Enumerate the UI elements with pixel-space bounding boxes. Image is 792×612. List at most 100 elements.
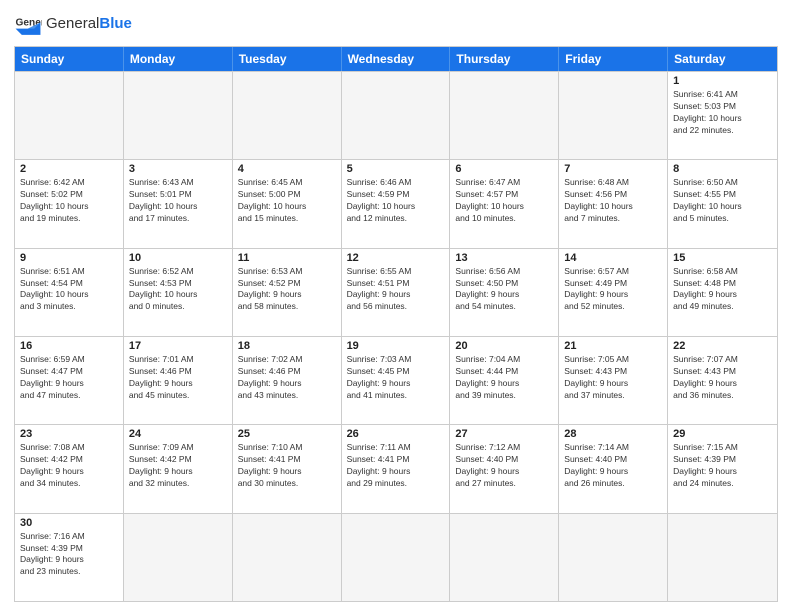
day-number: 14 — [564, 252, 662, 264]
header-day-thursday: Thursday — [450, 47, 559, 71]
day-number: 11 — [238, 252, 336, 264]
logo: General GeneralBlue — [14, 10, 132, 38]
day-info: Sunrise: 6:51 AM Sunset: 4:54 PM Dayligh… — [20, 266, 118, 314]
day-info: Sunrise: 7:09 AM Sunset: 4:42 PM Dayligh… — [129, 442, 227, 490]
day-number: 23 — [20, 428, 118, 440]
calendar-cell — [342, 72, 451, 159]
calendar-cell — [450, 72, 559, 159]
calendar-cell — [124, 72, 233, 159]
day-number: 28 — [564, 428, 662, 440]
calendar-cell: 26 Sunrise: 7:11 AM Sunset: 4:41 PM Dayli… — [342, 425, 451, 512]
calendar-cell — [559, 514, 668, 601]
day-info: Sunrise: 6:57 AM Sunset: 4:49 PM Dayligh… — [564, 266, 662, 314]
calendar-cell: 11 Sunrise: 6:53 AM Sunset: 4:52 PM Dayli… — [233, 249, 342, 336]
calendar-cell: 27 Sunrise: 7:12 AM Sunset: 4:40 PM Dayli… — [450, 425, 559, 512]
day-info: Sunrise: 6:45 AM Sunset: 5:00 PM Dayligh… — [238, 177, 336, 225]
day-info: Sunrise: 7:02 AM Sunset: 4:46 PM Dayligh… — [238, 354, 336, 402]
day-info: Sunrise: 7:05 AM Sunset: 4:43 PM Dayligh… — [564, 354, 662, 402]
calendar-cell — [668, 514, 777, 601]
header: General GeneralBlue — [14, 10, 778, 38]
day-info: Sunrise: 7:12 AM Sunset: 4:40 PM Dayligh… — [455, 442, 553, 490]
day-number: 1 — [673, 75, 772, 87]
header-day-wednesday: Wednesday — [342, 47, 451, 71]
day-info: Sunrise: 7:11 AM Sunset: 4:41 PM Dayligh… — [347, 442, 445, 490]
header-day-tuesday: Tuesday — [233, 47, 342, 71]
day-number: 21 — [564, 340, 662, 352]
calendar-header: SundayMondayTuesdayWednesdayThursdayFrid… — [15, 47, 777, 71]
day-info: Sunrise: 6:56 AM Sunset: 4:50 PM Dayligh… — [455, 266, 553, 314]
day-number: 13 — [455, 252, 553, 264]
calendar-cell: 13 Sunrise: 6:56 AM Sunset: 4:50 PM Dayli… — [450, 249, 559, 336]
day-info: Sunrise: 7:16 AM Sunset: 4:39 PM Dayligh… — [20, 531, 118, 579]
day-number: 17 — [129, 340, 227, 352]
day-number: 22 — [673, 340, 772, 352]
day-number: 27 — [455, 428, 553, 440]
calendar-cell: 5 Sunrise: 6:46 AM Sunset: 4:59 PM Daylig… — [342, 160, 451, 247]
day-number: 30 — [20, 517, 118, 529]
day-info: Sunrise: 6:46 AM Sunset: 4:59 PM Dayligh… — [347, 177, 445, 225]
day-info: Sunrise: 7:14 AM Sunset: 4:40 PM Dayligh… — [564, 442, 662, 490]
calendar-cell — [559, 72, 668, 159]
calendar-cell: 17 Sunrise: 7:01 AM Sunset: 4:46 PM Dayli… — [124, 337, 233, 424]
day-info: Sunrise: 6:42 AM Sunset: 5:02 PM Dayligh… — [20, 177, 118, 225]
calendar-row-0: 1Sunrise: 6:41 AM Sunset: 5:03 PM Daylig… — [15, 71, 777, 159]
day-number: 2 — [20, 163, 118, 175]
header-day-monday: Monday — [124, 47, 233, 71]
day-number: 19 — [347, 340, 445, 352]
generalblue-icon: General — [14, 10, 42, 38]
calendar-cell — [342, 514, 451, 601]
calendar-cell: 29Sunrise: 7:15 AM Sunset: 4:39 PM Dayli… — [668, 425, 777, 512]
calendar-cell: 12 Sunrise: 6:55 AM Sunset: 4:51 PM Dayli… — [342, 249, 451, 336]
calendar-cell: 6Sunrise: 6:47 AM Sunset: 4:57 PM Daylig… — [450, 160, 559, 247]
calendar-cell: 19 Sunrise: 7:03 AM Sunset: 4:45 PM Dayli… — [342, 337, 451, 424]
day-info: Sunrise: 6:50 AM Sunset: 4:55 PM Dayligh… — [673, 177, 772, 225]
calendar-cell: 14 Sunrise: 6:57 AM Sunset: 4:49 PM Dayli… — [559, 249, 668, 336]
day-number: 4 — [238, 163, 336, 175]
day-info: Sunrise: 6:53 AM Sunset: 4:52 PM Dayligh… — [238, 266, 336, 314]
day-number: 24 — [129, 428, 227, 440]
calendar-cell: 23Sunrise: 7:08 AM Sunset: 4:42 PM Dayli… — [15, 425, 124, 512]
day-info: Sunrise: 6:59 AM Sunset: 4:47 PM Dayligh… — [20, 354, 118, 402]
day-info: Sunrise: 6:58 AM Sunset: 4:48 PM Dayligh… — [673, 266, 772, 314]
day-info: Sunrise: 7:03 AM Sunset: 4:45 PM Dayligh… — [347, 354, 445, 402]
calendar-cell: 1Sunrise: 6:41 AM Sunset: 5:03 PM Daylig… — [668, 72, 777, 159]
calendar-cell: 9Sunrise: 6:51 AM Sunset: 4:54 PM Daylig… — [15, 249, 124, 336]
day-number: 3 — [129, 163, 227, 175]
calendar-row-5: 30 Sunrise: 7:16 AM Sunset: 4:39 PM Dayli… — [15, 513, 777, 601]
day-info: Sunrise: 6:47 AM Sunset: 4:57 PM Dayligh… — [455, 177, 553, 225]
calendar-cell — [233, 514, 342, 601]
day-number: 12 — [347, 252, 445, 264]
day-number: 15 — [673, 252, 772, 264]
header-day-sunday: Sunday — [15, 47, 124, 71]
calendar-row-2: 9Sunrise: 6:51 AM Sunset: 4:54 PM Daylig… — [15, 248, 777, 336]
calendar-cell: 8 Sunrise: 6:50 AM Sunset: 4:55 PM Daylig… — [668, 160, 777, 247]
calendar-cell: 7 Sunrise: 6:48 AM Sunset: 4:56 PM Daylig… — [559, 160, 668, 247]
calendar-cell: 18 Sunrise: 7:02 AM Sunset: 4:46 PM Dayli… — [233, 337, 342, 424]
calendar-cell: 24 Sunrise: 7:09 AM Sunset: 4:42 PM Dayli… — [124, 425, 233, 512]
calendar: SundayMondayTuesdayWednesdayThursdayFrid… — [14, 46, 778, 602]
day-number: 7 — [564, 163, 662, 175]
calendar-row-3: 16Sunrise: 6:59 AM Sunset: 4:47 PM Dayli… — [15, 336, 777, 424]
header-day-friday: Friday — [559, 47, 668, 71]
day-info: Sunrise: 6:55 AM Sunset: 4:51 PM Dayligh… — [347, 266, 445, 314]
calendar-cell: 20Sunrise: 7:04 AM Sunset: 4:44 PM Dayli… — [450, 337, 559, 424]
day-number: 26 — [347, 428, 445, 440]
calendar-cell: 4 Sunrise: 6:45 AM Sunset: 5:00 PM Daylig… — [233, 160, 342, 247]
calendar-row-1: 2 Sunrise: 6:42 AM Sunset: 5:02 PM Daylig… — [15, 159, 777, 247]
calendar-body: 1Sunrise: 6:41 AM Sunset: 5:03 PM Daylig… — [15, 71, 777, 601]
day-number: 5 — [347, 163, 445, 175]
day-number: 10 — [129, 252, 227, 264]
day-info: Sunrise: 7:10 AM Sunset: 4:41 PM Dayligh… — [238, 442, 336, 490]
day-info: Sunrise: 7:15 AM Sunset: 4:39 PM Dayligh… — [673, 442, 772, 490]
calendar-cell — [233, 72, 342, 159]
day-info: Sunrise: 7:07 AM Sunset: 4:43 PM Dayligh… — [673, 354, 772, 402]
day-number: 8 — [673, 163, 772, 175]
calendar-row-4: 23Sunrise: 7:08 AM Sunset: 4:42 PM Dayli… — [15, 424, 777, 512]
day-info: Sunrise: 6:48 AM Sunset: 4:56 PM Dayligh… — [564, 177, 662, 225]
day-info: Sunrise: 7:01 AM Sunset: 4:46 PM Dayligh… — [129, 354, 227, 402]
day-number: 18 — [238, 340, 336, 352]
header-day-saturday: Saturday — [668, 47, 777, 71]
calendar-cell: 3 Sunrise: 6:43 AM Sunset: 5:01 PM Daylig… — [124, 160, 233, 247]
day-info: Sunrise: 6:43 AM Sunset: 5:01 PM Dayligh… — [129, 177, 227, 225]
calendar-cell: 28 Sunrise: 7:14 AM Sunset: 4:40 PM Dayli… — [559, 425, 668, 512]
